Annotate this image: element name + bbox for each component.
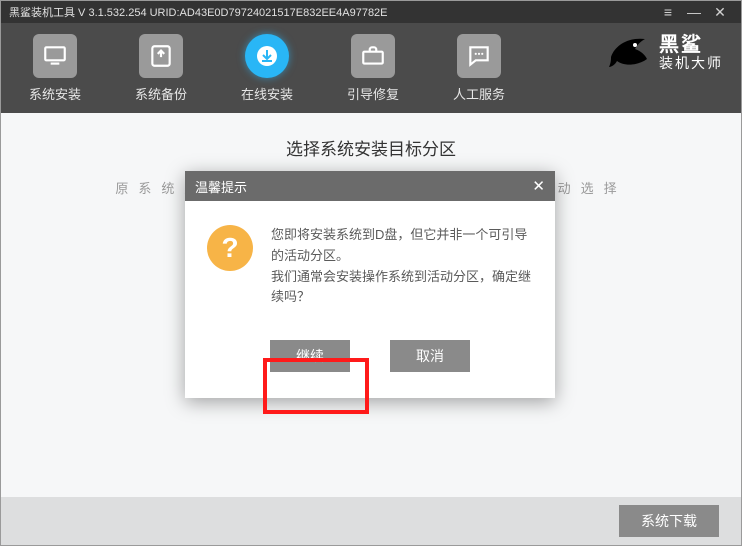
download-icon <box>245 34 289 78</box>
warning-dialog: 温馨提示 ✕ ? 您即将安装系统到D盘，但它并非一个可引导的活动分区。 我们通常… <box>185 171 555 398</box>
monitor-icon <box>33 34 77 78</box>
titlebar: 黑鲨装机工具 V 3.1.532.254 URID:AD43E0D7972402… <box>1 1 741 23</box>
nav-label: 人工服务 <box>453 84 505 103</box>
nav-label: 系统安装 <box>29 84 81 103</box>
nav-label: 引导修复 <box>347 84 399 103</box>
dialog-close-icon[interactable]: ✕ <box>532 177 545 195</box>
dialog-header[interactable]: 温馨提示 ✕ <box>185 171 555 201</box>
msg-line2: 我们通常会安装操作系统到活动分区，确定继续吗？ <box>271 267 533 309</box>
navbar: 系统安装 系统备份 在线安装 引导修复 人工服务 黑鲨 装机大师 <box>1 23 741 113</box>
backup-icon <box>139 34 183 78</box>
bottom-bar: 系统下载 <box>1 497 741 545</box>
question-icon: ? <box>207 225 253 271</box>
brand-line1: 黑鲨 <box>659 34 723 56</box>
dialog-message: 您即将安装系统到D盘，但它并非一个可引导的活动分区。 我们通常会安装操作系统到活… <box>271 225 533 308</box>
minimize-button[interactable]: — <box>681 4 707 20</box>
brand: 黑鲨 装机大师 <box>605 31 723 75</box>
menu-button[interactable]: ≡ <box>655 4 681 20</box>
shark-icon <box>605 31 653 75</box>
nav-system-install[interactable]: 系统安装 <box>25 34 85 103</box>
page-title: 选择系统安装目标分区 <box>1 113 741 160</box>
title-text: 黑鲨装机工具 V 3.1.532.254 URID:AD43E0D7972402… <box>9 4 655 20</box>
nav-boot-repair[interactable]: 引导修复 <box>343 34 403 103</box>
brand-line2: 装机大师 <box>659 56 723 71</box>
nav-system-backup[interactable]: 系统备份 <box>131 34 191 103</box>
chat-icon <box>457 34 501 78</box>
cancel-button[interactable]: 取消 <box>390 340 470 372</box>
msg-line1: 您即将安装系统到D盘，但它并非一个可引导的活动分区。 <box>271 225 533 267</box>
main-area: 选择系统安装目标分区 原系统盘 手动选择 温馨提示 ✕ ? 您即将安装系统到D盘… <box>1 113 741 545</box>
nav-manual-service[interactable]: 人工服务 <box>449 34 509 103</box>
nav-online-install[interactable]: 在线安装 <box>237 34 297 103</box>
system-download-button[interactable]: 系统下载 <box>619 505 719 537</box>
dialog-title: 温馨提示 <box>195 177 247 196</box>
nav-label: 在线安装 <box>241 84 293 103</box>
dialog-footer: 继续 取消 <box>185 322 555 398</box>
continue-button[interactable]: 继续 <box>270 340 350 372</box>
nav-label: 系统备份 <box>135 84 187 103</box>
close-button[interactable]: ✕ <box>707 4 733 21</box>
toolbox-icon <box>351 34 395 78</box>
dialog-body: ? 您即将安装系统到D盘，但它并非一个可引导的活动分区。 我们通常会安装操作系统… <box>185 201 555 322</box>
